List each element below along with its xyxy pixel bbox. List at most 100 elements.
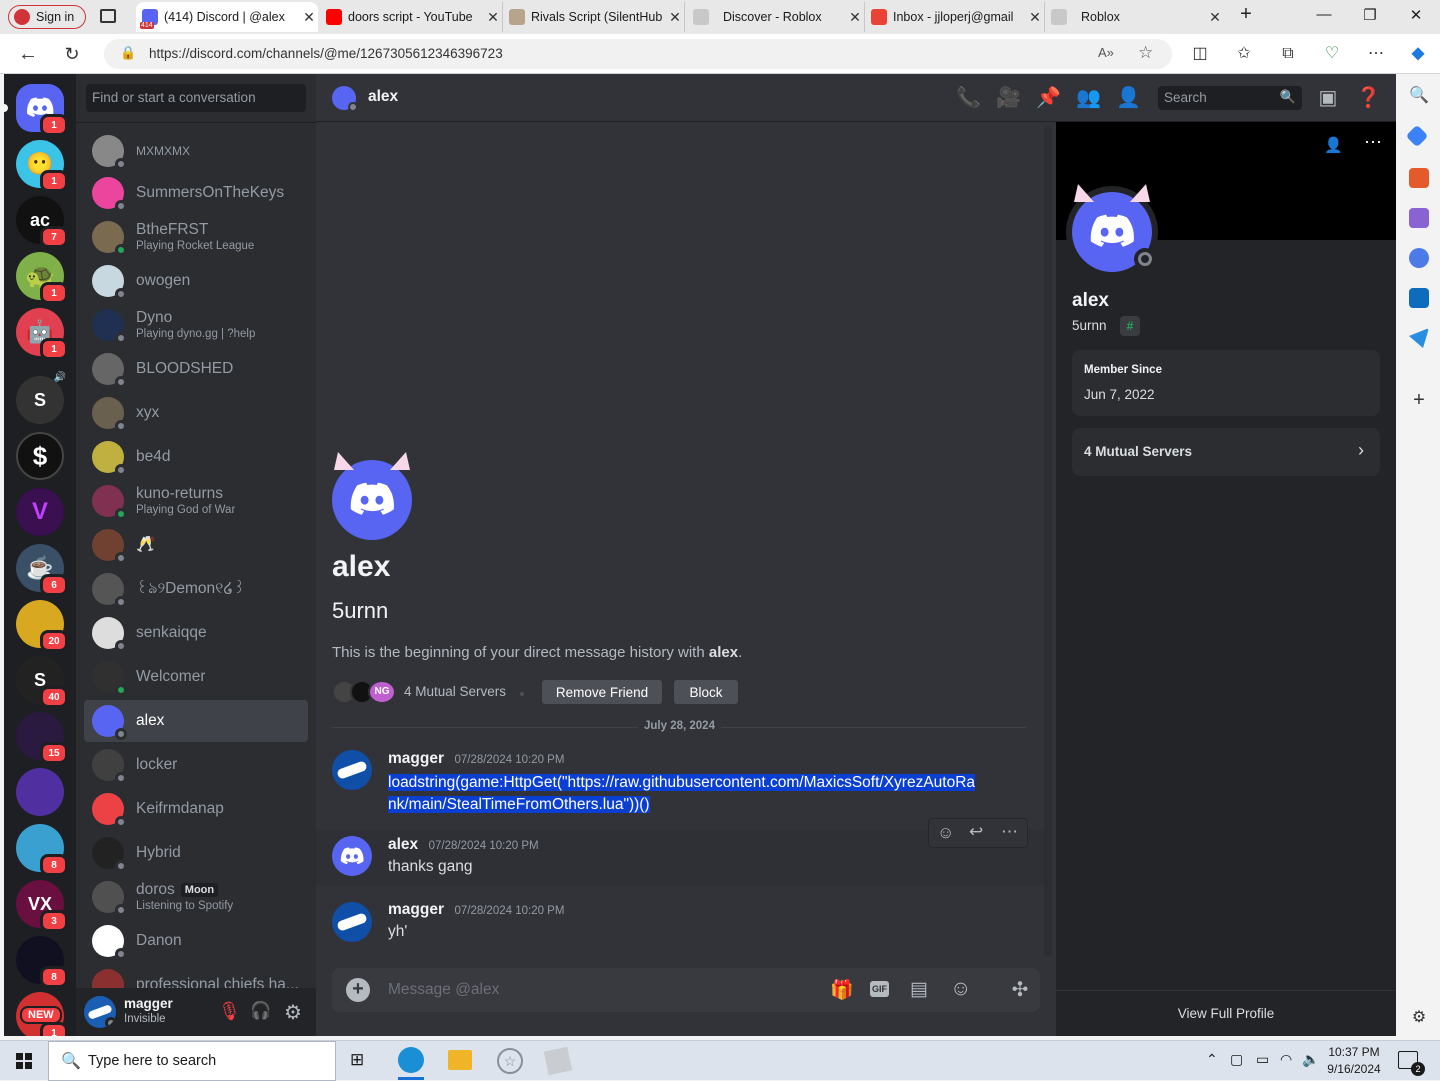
- favorite-star-icon[interactable]: ☆: [1138, 43, 1153, 63]
- taskbar-search-input[interactable]: 🔍 Type here to search: [48, 1041, 336, 1081]
- server-icon[interactable]: S 🔊: [16, 372, 66, 424]
- voice-call-icon[interactable]: 📞: [956, 86, 981, 110]
- favorites-icon[interactable]: ✩: [1234, 44, 1254, 64]
- back-icon[interactable]: ←: [18, 44, 38, 64]
- server-icon[interactable]: ☕ 6: [16, 544, 68, 596]
- mute-mic-icon[interactable]: 🎙: [218, 1001, 241, 1023]
- dm-item[interactable]: be4d: [84, 436, 308, 478]
- close-tab-icon[interactable]: ✕: [300, 9, 318, 26]
- view-full-profile-link[interactable]: View Full Profile: [1056, 1006, 1396, 1021]
- meet-now-icon[interactable]: ▢: [1230, 1051, 1243, 1068]
- shopping-tag-icon[interactable]: [1405, 124, 1429, 148]
- tray-overflow-icon[interactable]: ⌃: [1206, 1051, 1218, 1068]
- avatar[interactable]: [332, 750, 372, 790]
- message-author[interactable]: magger: [388, 901, 444, 918]
- read-aloud-icon[interactable]: A»: [1098, 45, 1114, 60]
- windows-start-icon[interactable]: [16, 1053, 32, 1069]
- favorites-taskbar-icon[interactable]: ☆: [497, 1048, 523, 1074]
- message-author[interactable]: alex: [388, 836, 418, 853]
- emoji-icon[interactable]: ☺: [950, 977, 971, 1001]
- dm-item[interactable]: senkaiqqe: [84, 612, 308, 654]
- server-icon[interactable]: NEW 1: [16, 992, 68, 1036]
- search-icon[interactable]: 🔍: [1409, 86, 1429, 106]
- dm-item[interactable]: Hybrid: [84, 832, 308, 874]
- close-tab-icon[interactable]: ✕: [1026, 9, 1044, 26]
- copilot-icon[interactable]: ◆: [1408, 44, 1428, 64]
- server-icon[interactable]: V: [16, 488, 64, 536]
- dm-item[interactable]: locker: [84, 744, 308, 786]
- headphones-icon[interactable]: 🎧: [250, 1001, 272, 1023]
- search-input[interactable]: Search 🔍: [1158, 86, 1302, 110]
- file-explorer-icon[interactable]: [448, 1050, 472, 1070]
- battery-icon[interactable]: ▭: [1256, 1051, 1269, 1068]
- dm-item[interactable]: owogen: [84, 260, 308, 302]
- browser-essentials-icon[interactable]: ♡: [1322, 44, 1342, 64]
- close-tab-icon[interactable]: ✕: [484, 9, 502, 26]
- tab-gmail[interactable]: Inbox - jjloperj@gmail ✕: [864, 2, 1044, 32]
- direct-messages-button[interactable]: 1: [16, 84, 68, 136]
- server-icon[interactable]: 15: [16, 712, 68, 764]
- user-profile-icon[interactable]: 👤: [1116, 86, 1141, 110]
- close-window-icon[interactable]: ✕: [1404, 6, 1428, 28]
- wifi-icon[interactable]: ◠: [1280, 1051, 1292, 1068]
- profile-avatar[interactable]: [1072, 184, 1156, 272]
- collections-icon[interactable]: ⧉: [1278, 44, 1298, 64]
- more-options-icon[interactable]: ⋯: [1366, 44, 1386, 64]
- dm-item[interactable]: 🥂: [84, 524, 308, 566]
- dm-item[interactable]: Welcomer: [84, 656, 308, 698]
- friend-status-icon[interactable]: 👤: [1324, 136, 1343, 154]
- server-icon[interactable]: S 40: [16, 656, 68, 708]
- tools-icon[interactable]: [1409, 168, 1429, 188]
- tab-roblox[interactable]: Roblox ✕: [1044, 2, 1224, 32]
- close-tab-icon[interactable]: ✕: [666, 9, 684, 26]
- avatar[interactable]: [84, 996, 116, 1028]
- tab-roblox-discover[interactable]: Discover - Roblox ✕: [684, 2, 864, 32]
- close-tab-icon[interactable]: ✕: [1206, 9, 1224, 26]
- microsoft-365-icon[interactable]: [1409, 248, 1429, 268]
- pinned-messages-icon[interactable]: 📌: [1036, 86, 1061, 110]
- dm-item[interactable]: doros Moon Listening to Spotify: [84, 876, 308, 918]
- clock-time[interactable]: 10:37 PM: [1326, 1045, 1382, 1059]
- dm-search-input[interactable]: Find or start a conversation: [86, 84, 306, 112]
- tab-discord[interactable]: 414 (414) Discord | @alex ✕: [136, 2, 318, 32]
- volume-icon[interactable]: 🔈: [1302, 1051, 1319, 1068]
- outlook-icon[interactable]: [1409, 288, 1429, 308]
- server-icon[interactable]: ac 7: [16, 196, 68, 248]
- apps-icon[interactable]: ✣: [1000, 968, 1040, 1012]
- server-icon[interactable]: 🤖 1: [16, 308, 68, 360]
- tab-actions-icon[interactable]: [100, 9, 116, 23]
- add-friends-to-dm-icon[interactable]: 👥: [1076, 86, 1101, 110]
- edge-taskbar-icon[interactable]: [398, 1047, 424, 1073]
- dm-item[interactable]: xyx: [84, 392, 308, 434]
- tab-rivals[interactable]: Rivals Script (SilentHub ✕: [502, 2, 684, 32]
- server-icon[interactable]: 8: [16, 824, 68, 876]
- avatar[interactable]: [332, 902, 372, 942]
- sidebar-settings-icon[interactable]: ⚙: [1409, 1008, 1429, 1028]
- more-actions-icon[interactable]: ⋯: [1001, 822, 1018, 842]
- gift-icon[interactable]: 🎁: [830, 978, 854, 1002]
- dm-item[interactable]: kuno-returns Playing God of War: [84, 480, 308, 522]
- server-icon[interactable]: VX 3: [16, 880, 68, 932]
- dm-item[interactable]: Keifrmdanap: [84, 788, 308, 830]
- task-view-icon[interactable]: ⊞: [350, 1050, 364, 1070]
- gif-icon[interactable]: GIF: [870, 981, 889, 997]
- server-icon[interactable]: 🐢 1: [16, 252, 68, 304]
- dm-item[interactable]: Danon: [84, 920, 308, 962]
- message-composer[interactable]: + Message @alex 🎁 GIF ▤ ☺: [332, 968, 1040, 1012]
- tab-youtube[interactable]: doors script - YouTube ✕: [320, 2, 502, 32]
- remove-friend-button[interactable]: Remove Friend: [542, 680, 662, 704]
- avatar[interactable]: [332, 836, 372, 876]
- upload-plus-icon[interactable]: +: [346, 978, 370, 1002]
- dm-item[interactable]: ꒰ঌ୨Demon୧໒꒱: [84, 568, 308, 610]
- clock-date[interactable]: 9/16/2024: [1326, 1062, 1382, 1076]
- settings-gear-icon[interactable]: ⚙: [282, 1000, 304, 1024]
- server-icon[interactable]: 😶 1: [16, 140, 68, 192]
- add-reaction-icon[interactable]: ☺: [937, 823, 954, 843]
- reply-icon[interactable]: ↩: [969, 822, 983, 842]
- avatar[interactable]: [332, 86, 358, 112]
- restore-icon[interactable]: ❐: [1358, 6, 1382, 28]
- chat-scrollbar[interactable]: [1044, 126, 1052, 956]
- inbox-icon[interactable]: ▣: [1316, 86, 1340, 110]
- roblox-taskbar-icon[interactable]: [543, 1046, 573, 1076]
- signin-button[interactable]: Sign in: [8, 5, 86, 29]
